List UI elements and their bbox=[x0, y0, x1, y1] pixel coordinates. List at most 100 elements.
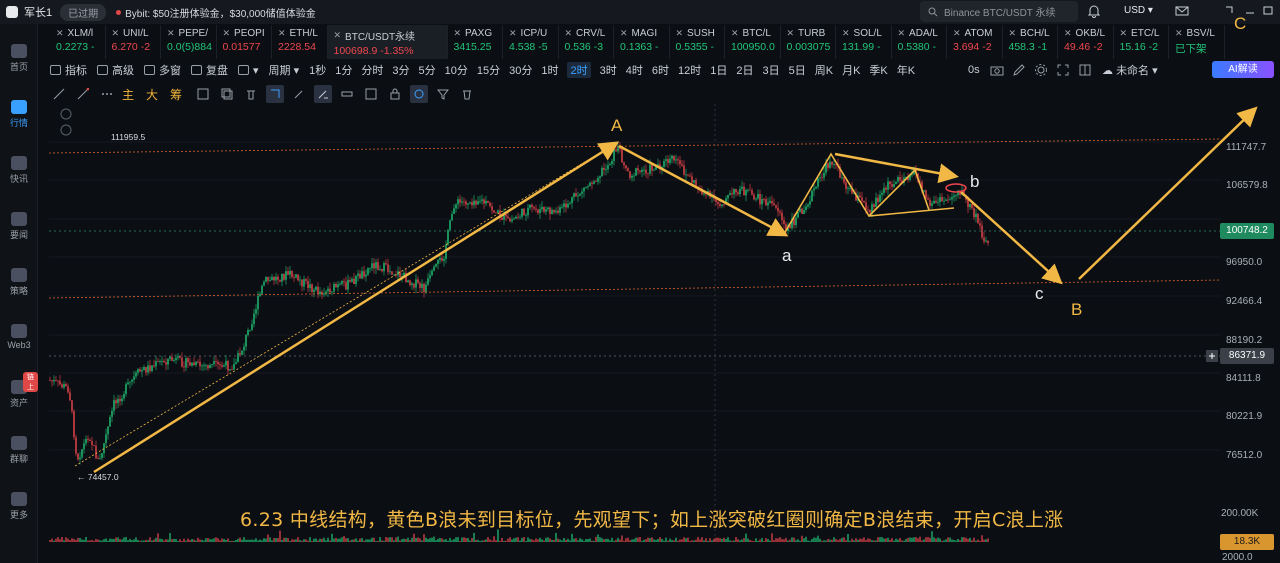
rail-item-home[interactable]: 首页 bbox=[0, 44, 38, 73]
ticker-tab[interactable]: ✕ ETH/L 2228.54 bbox=[272, 25, 328, 59]
ticker-tab[interactable]: ✕ XLM/l 0.2273 - bbox=[50, 25, 106, 59]
wave-A-arrow[interactable] bbox=[93, 141, 620, 474]
timeframe-option[interactable]: 分时 bbox=[361, 62, 383, 78]
timeframe-option[interactable]: 季K bbox=[869, 62, 887, 78]
pencil-icon[interactable] bbox=[290, 85, 308, 103]
close-tab-icon[interactable]: ✕ bbox=[620, 28, 628, 39]
currency-select[interactable]: USD ▾ bbox=[1124, 5, 1153, 16]
ai-interpret-button[interactable]: AI解读 bbox=[1212, 61, 1274, 78]
close-tab-icon[interactable]: ✕ bbox=[1175, 28, 1183, 39]
chips-button[interactable]: 筹 bbox=[170, 86, 182, 103]
rail-item-web3[interactable]: Web3 bbox=[0, 324, 38, 350]
close-tab-icon[interactable]: ✕ bbox=[787, 28, 795, 39]
trend-line-icon[interactable] bbox=[74, 85, 92, 103]
timeframe-option[interactable]: 1秒 bbox=[309, 62, 326, 78]
more-dots-icon[interactable] bbox=[98, 85, 116, 103]
close-tab-icon[interactable]: ✕ bbox=[167, 28, 175, 39]
mail-icon[interactable] bbox=[1174, 3, 1190, 19]
close-tab-icon[interactable]: ✕ bbox=[842, 28, 850, 39]
maximize-icon[interactable] bbox=[1262, 3, 1274, 19]
timeframe-option[interactable]: 15分 bbox=[477, 62, 500, 78]
candle-type-button[interactable]: ▾ bbox=[238, 64, 259, 77]
ticker-tab[interactable]: ✕ UNI/L 6.270 -2 bbox=[106, 25, 161, 59]
ticker-tab[interactable]: ✕ TURB 0.003075 bbox=[781, 25, 836, 59]
timeframe-option[interactable]: 3分 bbox=[392, 62, 409, 78]
ticker-tab[interactable]: ✕ ETC/L 15.16 -2 bbox=[1114, 25, 1169, 59]
big-order-button[interactable]: 大 bbox=[146, 86, 158, 103]
close-tab-icon[interactable]: ✕ bbox=[731, 28, 739, 39]
timeframe-option[interactable]: 2日 bbox=[736, 62, 753, 78]
ticker-tab[interactable]: ✕ BSV/L 已下架 bbox=[1169, 25, 1225, 59]
ticker-tab[interactable]: ✕ OKB/L 49.46 -2 bbox=[1058, 25, 1114, 59]
account-name[interactable]: 军长1 bbox=[24, 4, 52, 20]
timeframe-option[interactable]: 5日 bbox=[789, 62, 806, 78]
rail-item-strategy[interactable]: 策略 bbox=[0, 268, 38, 297]
close-tab-icon[interactable]: ✕ bbox=[223, 28, 231, 39]
period-button[interactable]: 周期 ▾ bbox=[269, 62, 300, 78]
close-tab-icon[interactable]: ✕ bbox=[1064, 28, 1072, 39]
replay-button[interactable]: 复盘 bbox=[191, 62, 228, 78]
note-icon[interactable] bbox=[362, 85, 380, 103]
measure-icon[interactable] bbox=[338, 85, 356, 103]
timeframe-option[interactable]: 年K bbox=[897, 62, 915, 78]
magnet-icon[interactable] bbox=[410, 85, 429, 103]
close-tab-icon[interactable]: ✕ bbox=[898, 28, 906, 39]
timeframe-option[interactable]: 1时 bbox=[541, 62, 558, 78]
timeframe-option[interactable]: 周K bbox=[815, 62, 833, 78]
wave-C-arrow[interactable] bbox=[1078, 106, 1258, 280]
channel-bottom-line[interactable] bbox=[49, 279, 1222, 299]
close-tab-icon[interactable]: ✕ bbox=[1009, 28, 1017, 39]
timeframe-option[interactable]: 30分 bbox=[509, 62, 532, 78]
wave-a-arrow[interactable] bbox=[618, 144, 789, 237]
lock-icon[interactable] bbox=[386, 85, 404, 103]
close-tab-icon[interactable]: ✕ bbox=[1120, 28, 1128, 39]
ticker-tab[interactable]: ✕ CRV/L 0.536 -3 bbox=[559, 25, 614, 59]
close-tab-icon[interactable]: ✕ bbox=[676, 28, 684, 39]
ticker-tab[interactable]: ✕ ICP/U 4.538 -5 bbox=[503, 25, 559, 59]
channel-top-line[interactable] bbox=[49, 138, 1222, 154]
brush-icon[interactable] bbox=[314, 85, 333, 103]
rail-item-assets[interactable]: 链上 资产 bbox=[0, 372, 38, 409]
ticker-tab[interactable]: ✕ SUSH 0.5355 - bbox=[670, 25, 725, 59]
ticker-tab[interactable]: ✕ BTC/L 100950.0 bbox=[725, 25, 781, 59]
main-force-button[interactable]: 主 bbox=[122, 86, 134, 103]
ticker-tab[interactable]: ✕ BCH/L 458.3 -1 bbox=[1003, 25, 1058, 59]
add-alert-icon[interactable] bbox=[1206, 350, 1218, 362]
bell-icon[interactable] bbox=[1086, 3, 1102, 19]
close-tab-icon[interactable]: ✕ bbox=[278, 28, 286, 39]
indicators-button[interactable]: 指标 bbox=[50, 62, 87, 78]
delete-icon[interactable] bbox=[242, 85, 260, 103]
timeframe-option[interactable]: 1分 bbox=[335, 62, 352, 78]
candlestick-chart-svg[interactable] bbox=[49, 104, 1280, 563]
ticker-tab[interactable]: ✕ PEPE/0.0(5)884 bbox=[161, 25, 217, 59]
ticker-tab[interactable]: ✕ PEOPI 0.01577 bbox=[217, 25, 272, 59]
ticker-tab[interactable]: ✕ MAGI 0.1363 - bbox=[614, 25, 670, 59]
ruler-icon[interactable] bbox=[50, 85, 68, 103]
timeframe-option[interactable]: 1日 bbox=[710, 62, 727, 78]
timeframe-option[interactable]: 4时 bbox=[626, 62, 643, 78]
timeframe-option[interactable]: 3日 bbox=[762, 62, 779, 78]
ticker-tab[interactable]: ✕ ATOM 3.694 -2 bbox=[947, 25, 1003, 59]
close-tab-icon[interactable]: ✕ bbox=[454, 28, 462, 39]
rail-item-flash[interactable]: 快讯 bbox=[0, 156, 38, 185]
timeframe-option[interactable]: 月K bbox=[842, 62, 860, 78]
wave-c-arrow[interactable] bbox=[960, 191, 1063, 285]
close-tab-icon[interactable]: ✕ bbox=[953, 28, 961, 39]
ticker-tab[interactable]: ✕ SOL/L 131.99 - bbox=[836, 25, 892, 59]
filter-icon[interactable] bbox=[434, 85, 452, 103]
selection-tool-icon[interactable] bbox=[266, 85, 285, 103]
timeframe-option[interactable]: 2时 bbox=[567, 62, 591, 78]
close-tab-icon[interactable]: ✕ bbox=[565, 28, 573, 39]
multi-window-button[interactable]: 多窗 bbox=[144, 62, 181, 78]
search-input[interactable]: Binance BTC/USDT 永续 bbox=[920, 1, 1078, 22]
timeframe-option[interactable]: 6时 bbox=[652, 62, 669, 78]
price-chart[interactable]: 111959.5 ← 74457.0 A a b c B C 6.23 中线结构… bbox=[49, 14, 1280, 563]
timeframe-option[interactable]: 10分 bbox=[445, 62, 468, 78]
close-tab-icon[interactable]: ✕ bbox=[112, 28, 120, 39]
sync-icon[interactable] bbox=[194, 85, 212, 103]
ticker-tab[interactable]: ✕ ADA/L 0.5380 - bbox=[892, 25, 947, 59]
breakout-red-circle[interactable] bbox=[945, 183, 967, 193]
fullscreen-icon[interactable] bbox=[1056, 63, 1070, 77]
close-tab-icon[interactable]: ✕ bbox=[509, 28, 517, 39]
ticker-tab[interactable]: ✕ PAXG 3415.25 bbox=[448, 25, 503, 59]
